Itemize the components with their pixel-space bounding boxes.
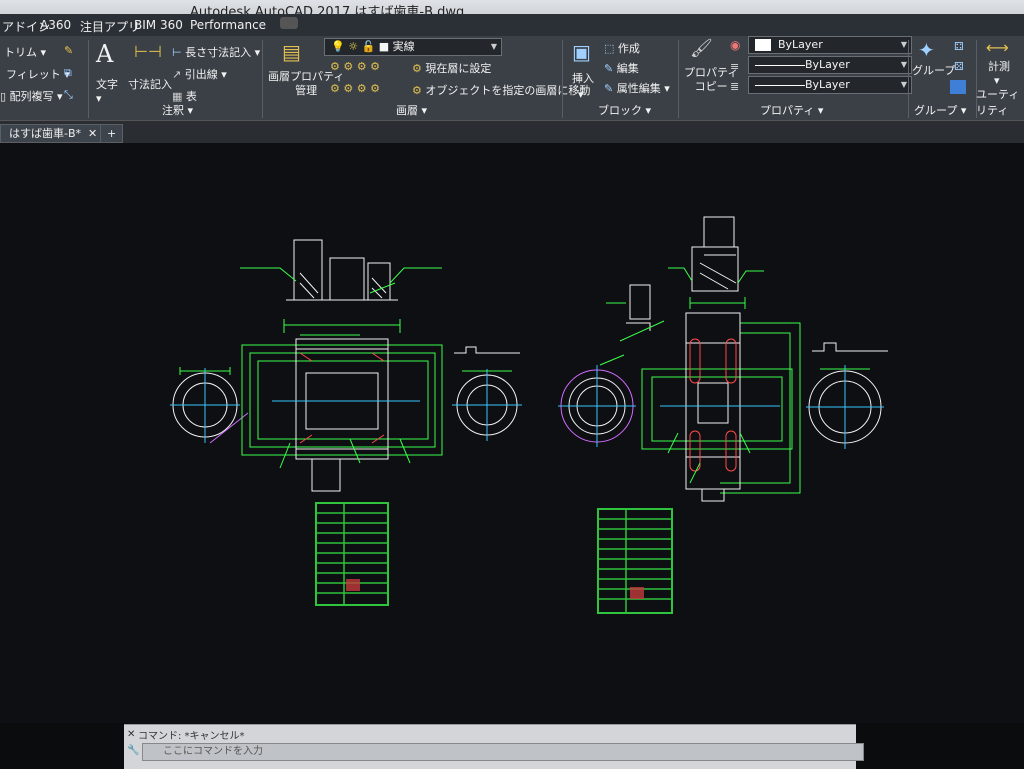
copy-icon[interactable]: ⧉: [64, 66, 72, 80]
right-gear-drawing: [558, 216, 888, 502]
layer-properties-icon[interactable]: ▤: [282, 40, 301, 64]
group-select-icon[interactable]: [950, 80, 966, 94]
color-combo[interactable]: ByLayer ▼: [748, 36, 912, 54]
left-gear-drawing: [170, 239, 522, 492]
edit-block-button[interactable]: ✎ 編集: [604, 60, 639, 76]
tab-performance[interactable]: Performance: [190, 18, 266, 32]
linear-dim-button[interactable]: ⊢ 長さ寸法記入 ▾: [172, 44, 260, 60]
lineweight-combo[interactable]: ByLayer ▼: [748, 76, 912, 94]
groups-panel-title[interactable]: グループ ▾: [914, 102, 966, 118]
workspace-toggle-icon[interactable]: [280, 17, 298, 29]
cad-drawing: [170, 216, 888, 614]
linetype-icon: ≡: [730, 60, 740, 73]
tab-bim360[interactable]: BIM 360: [134, 18, 183, 32]
measure-button[interactable]: 計測: [988, 58, 1010, 74]
layer-tool-icons-row1[interactable]: ⚙ ⚙ ⚙ ⚙: [330, 60, 380, 73]
create-block-button[interactable]: ⬚ 作成: [604, 40, 640, 56]
panel-separator: [262, 40, 263, 118]
tab-a360[interactable]: A360: [40, 18, 71, 32]
measure-icon[interactable]: ⟷: [986, 38, 1009, 57]
customize-icon[interactable]: 🔧: [127, 745, 139, 756]
edit-attribute-button[interactable]: ✎ 属性編集 ▾: [604, 80, 670, 96]
close-tab-icon[interactable]: ✕: [88, 127, 97, 140]
command-line: ✕ 🔧 コマンド: *キャンセル* ここにコマンドを入力: [124, 724, 864, 769]
panel-separator: [88, 40, 89, 118]
dimension-button[interactable]: 寸法記入: [128, 76, 172, 92]
annotation-panel-title[interactable]: 注釈 ▾: [162, 102, 193, 118]
panel-separator: [678, 40, 679, 118]
layer-tool-icons-row2[interactable]: ⚙ ⚙ ⚙ ⚙: [330, 82, 380, 95]
layers-panel-title[interactable]: 画層 ▾: [396, 102, 427, 118]
insert-button[interactable]: 挿入: [572, 70, 594, 86]
layer-combo[interactable]: 💡 ☼ 🔓 ■ 実線 ▼: [324, 38, 502, 56]
right-parts-table: [597, 508, 673, 614]
ribbon: トリム ▾ フィレット ▾ ▯ 配列複写 ▾ ✎ ⧉ ⤡ A 文字 ▾ ⊢⊣ 寸…: [0, 36, 1024, 121]
panel-separator: [908, 40, 909, 118]
ribbon-tab-bar: アドイン A360 注目アプリ BIM 360 Performance: [0, 14, 1024, 36]
text-button[interactable]: 文字: [96, 76, 118, 92]
scale-icon[interactable]: ⤡: [64, 88, 73, 102]
close-icon[interactable]: ✕: [127, 729, 135, 740]
utilities-panel-title[interactable]: ユーティリティ: [976, 86, 1024, 118]
command-history: コマンド: *キャンセル*: [138, 731, 245, 742]
group-edit-icon[interactable]: ⚄: [954, 60, 964, 73]
array-button[interactable]: ▯ 配列複写 ▾: [0, 88, 63, 104]
drawing-area[interactable]: [0, 143, 1024, 723]
ungroup-icon[interactable]: ⚃: [954, 40, 964, 53]
block-panel-title[interactable]: ブロック ▾: [598, 102, 651, 118]
move-to-layer-button[interactable]: ⚙ オブジェクトを指定の画層に移動: [412, 82, 590, 98]
linetype-combo[interactable]: ByLayer ▼: [748, 56, 912, 74]
tab-featured-apps[interactable]: 注目アプリ: [80, 18, 140, 35]
erase-icon[interactable]: ✎: [64, 44, 73, 57]
file-tab-active[interactable]: はすば歯車-B* ✕: [0, 124, 107, 143]
properties-panel-title[interactable]: プロパティ ▾: [760, 102, 823, 118]
command-input[interactable]: ここにコマンドを入力: [142, 743, 864, 761]
left-parts-table: [315, 502, 389, 606]
lineweight-icon: ≣: [730, 80, 740, 93]
color-wheel-icon[interactable]: ◉: [730, 38, 740, 52]
insert-dropdown-icon[interactable]: ▾: [578, 88, 584, 101]
fillet-button[interactable]: フィレット ▾: [6, 66, 70, 82]
insert-icon[interactable]: ▣: [572, 40, 591, 64]
file-tab-bar: はすば歯車-B* ✕ +: [0, 121, 1024, 143]
group-icon[interactable]: ✦: [918, 38, 935, 62]
text-dropdown-icon[interactable]: ▾: [96, 92, 102, 105]
group-button[interactable]: グループ: [912, 62, 955, 78]
dimension-icon[interactable]: ⊢⊣: [134, 42, 162, 61]
leader-button[interactable]: ↗ 引出線 ▾: [172, 66, 227, 82]
match-properties-icon[interactable]: 🖌: [690, 38, 713, 59]
new-tab-button[interactable]: +: [100, 124, 124, 143]
trim-button[interactable]: トリム ▾: [4, 44, 46, 60]
text-icon[interactable]: A: [96, 40, 113, 68]
panel-separator: [562, 40, 563, 118]
set-current-layer-button[interactable]: ⚙ 現在層に設定: [412, 60, 491, 76]
